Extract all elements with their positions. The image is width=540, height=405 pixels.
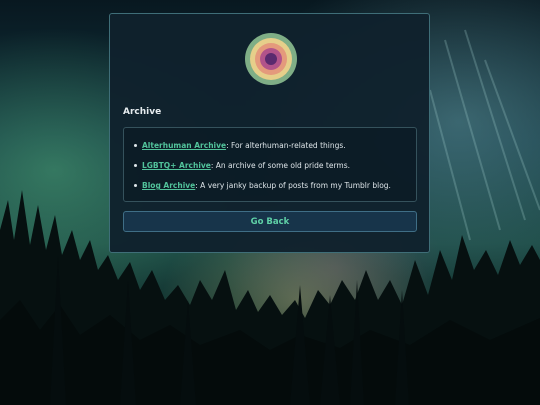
bullet — [134, 163, 137, 167]
archive-list: Alterhuman Archive: For alterhuman-relat… — [123, 127, 417, 202]
list-item-description: : For alterhuman-related things. — [226, 141, 346, 150]
blog-archive-link[interactable]: Blog Archive — [142, 181, 195, 190]
concentric-circle-logo-icon — [245, 33, 297, 85]
archive-card: Archive Alterhuman Archive: For alterhum… — [109, 13, 430, 253]
go-back-button[interactable]: Go Back — [123, 211, 417, 232]
bullet — [134, 143, 137, 147]
list-item: Alterhuman Archive: For alterhuman-relat… — [134, 141, 346, 150]
list-item-description: : A very janky backup of posts from my T… — [195, 181, 391, 190]
lgbtq-archive-link[interactable]: LGBTQ+ Archive — [142, 161, 211, 170]
list-item: Blog Archive: A very janky backup of pos… — [134, 181, 391, 190]
bullet — [134, 183, 137, 187]
alterhuman-archive-link[interactable]: Alterhuman Archive — [142, 141, 226, 150]
archive-title: Archive — [123, 107, 162, 117]
list-item-description: : An archive of some old pride terms. — [210, 161, 350, 170]
list-item: LGBTQ+ Archive: An archive of some old p… — [134, 161, 350, 170]
